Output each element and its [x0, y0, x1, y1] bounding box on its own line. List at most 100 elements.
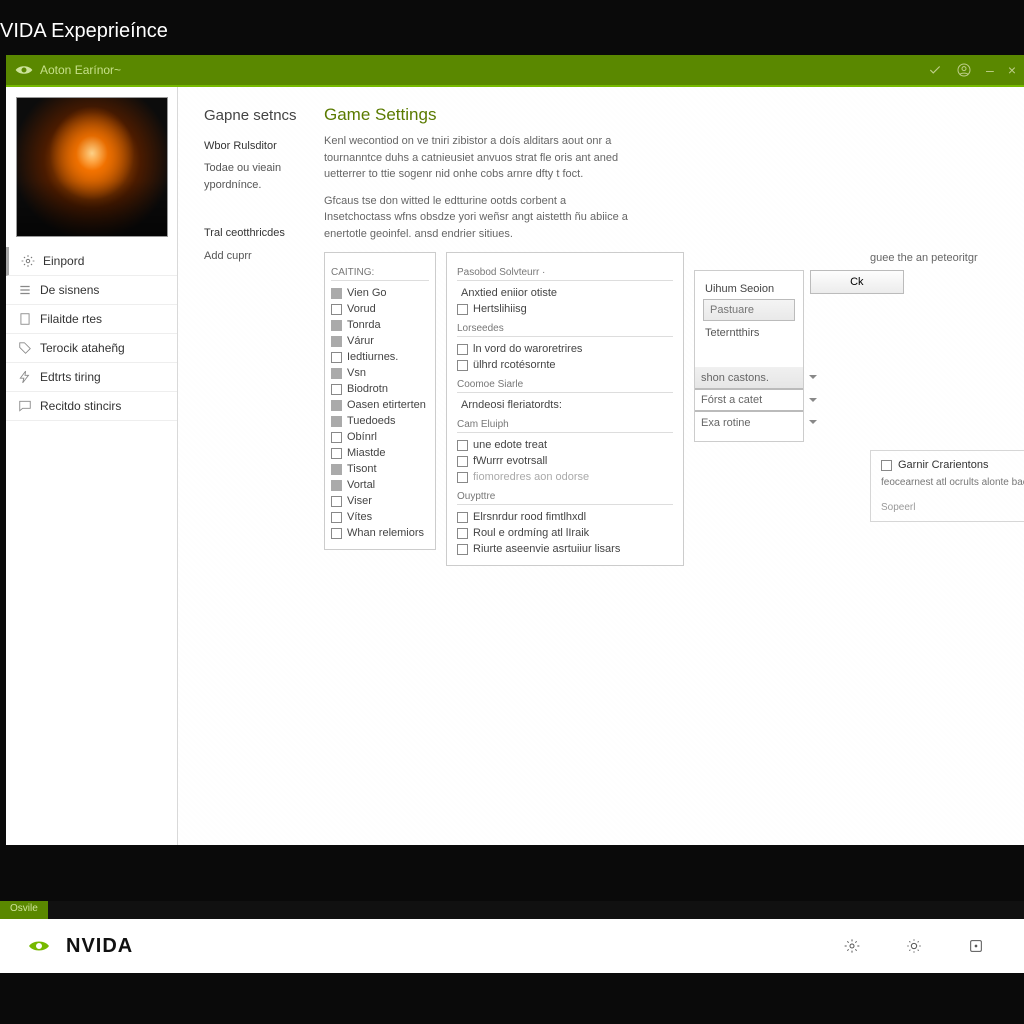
list-item[interactable]: Vítes: [331, 509, 429, 525]
checkbox[interactable]: [331, 384, 342, 395]
checkbox[interactable]: [881, 460, 892, 471]
dropdown-item[interactable]: Exa rotine: [695, 411, 803, 433]
nvidia-eye-icon: [22, 934, 56, 958]
topbar: Aoton Earínor~ – ×: [6, 55, 1024, 85]
field-title: Uihum Seoion: [695, 279, 803, 299]
item-icon: [331, 400, 342, 411]
info-text: Todae ou vieain ypordnínce.: [204, 160, 324, 193]
sidebar-item-4[interactable]: Recitdo stincirs: [6, 392, 177, 421]
check-icon[interactable]: [928, 63, 942, 77]
checkbox[interactable]: [331, 496, 342, 507]
note-panel: Garnir Crarientons feocearnest atl ocrul…: [870, 450, 1024, 522]
option-label: une edote treat: [473, 439, 547, 451]
item-icon: [331, 480, 342, 491]
list-item[interactable]: Vorud: [331, 301, 429, 317]
list-item[interactable]: Vortal: [331, 477, 429, 493]
list-label: Teterntthirs: [695, 327, 803, 343]
game-thumbnail[interactable]: [16, 97, 168, 237]
bolt-icon: [18, 370, 32, 384]
box-icon[interactable]: [968, 938, 984, 954]
checkbox[interactable]: [331, 512, 342, 523]
category-panel: CAITING: Vien Go Vorud Tonrda Várur Iedt…: [324, 252, 436, 550]
option-label: Riurte aseenvie asrtuiiur lisars: [473, 543, 620, 555]
option-row[interactable]: une edote treat: [457, 437, 673, 453]
sidebar-item-1[interactable]: Filaitde rtes: [6, 305, 177, 334]
options-panel: Pasobod Solvteurr · Anxtied eniior otist…: [446, 252, 684, 566]
bottom-strip: Osvile: [0, 901, 1024, 919]
list-item[interactable]: Miastde: [331, 445, 429, 461]
dropdown-item[interactable]: shon castons.: [695, 367, 803, 389]
section-input[interactable]: [703, 299, 795, 321]
option-row: Anxtied eniior otiste: [457, 285, 673, 301]
sidebar-item-2[interactable]: Terocik ataheñg: [6, 334, 177, 363]
option-row[interactable]: ln vord do waroretrires: [457, 341, 673, 357]
ok-button[interactable]: Ck: [810, 270, 904, 294]
checkbox[interactable]: [457, 472, 468, 483]
list-item[interactable]: Vien Go: [331, 285, 429, 301]
footer-tag[interactable]: Osvile: [0, 901, 48, 919]
item-icon: [331, 288, 342, 299]
checkbox[interactable]: [457, 440, 468, 451]
settings-icon[interactable]: [844, 938, 860, 954]
option-row[interactable]: Riurte aseenvie asrtuiiur lisars: [457, 541, 673, 557]
list-item[interactable]: Biodrotn: [331, 381, 429, 397]
app-title: VIDA Expeprieínce: [0, 0, 1024, 55]
main-window: Aoton Earínor~ – × Einpord De sisnens Fi…: [6, 55, 1024, 845]
sun-icon[interactable]: [906, 938, 922, 954]
option-label: Anxtied eniior otiste: [461, 287, 557, 299]
dropdown-item[interactable]: Fórst a catet: [695, 389, 803, 411]
sidebar-item-label: Filaitde rtes: [40, 312, 102, 326]
minimize-button[interactable]: –: [986, 62, 994, 78]
sidebar-item-emport[interactable]: Einpord: [6, 247, 177, 276]
close-button[interactable]: ×: [1008, 62, 1016, 78]
note-text: feocearnest atl ocrults alonte bacinvart…: [881, 477, 1024, 488]
checkbox[interactable]: [457, 344, 468, 355]
option-row[interactable]: Roul e ordmíng atl lIraik: [457, 525, 673, 541]
checkbox[interactable]: [331, 352, 342, 363]
sidebar-item-label: Edtrts tiring: [40, 370, 101, 384]
item-icon: [331, 320, 342, 331]
main-content: Gapne setncs Wbor Rulsditor Todae ou vie…: [178, 87, 1024, 845]
checkbox[interactable]: [331, 528, 342, 539]
option-row[interactable]: Hertslihiisg: [457, 301, 673, 317]
checkbox[interactable]: [457, 512, 468, 523]
list-item[interactable]: Tonrda: [331, 317, 429, 333]
list-item[interactable]: Iedtiurnes.: [331, 349, 429, 365]
item-icon: [331, 416, 342, 427]
info-label: Wbor Rulsditor: [204, 138, 324, 155]
list-item[interactable]: Tuedoeds: [331, 413, 429, 429]
left-info-column: Gapne setncs Wbor Rulsditor Todae ou vie…: [204, 105, 324, 566]
list-item[interactable]: Whan relemiors: [331, 525, 429, 541]
checkbox[interactable]: [457, 544, 468, 555]
list-item[interactable]: Obínrl: [331, 429, 429, 445]
item-label: Tisont: [347, 463, 377, 475]
list-item[interactable]: Oasen etirterten: [331, 397, 429, 413]
user-icon[interactable]: [956, 62, 972, 78]
item-icon: [331, 464, 342, 475]
checkbox[interactable]: [331, 432, 342, 443]
checkbox[interactable]: [331, 448, 342, 459]
checkbox[interactable]: [457, 304, 468, 315]
description-text: Kenl wecontiod on ve tniri zibistor a do…: [324, 133, 634, 183]
checkbox[interactable]: [331, 304, 342, 315]
option-row[interactable]: ülhrd rcotésornte: [457, 357, 673, 373]
list-item[interactable]: Viser: [331, 493, 429, 509]
description-text: Gfcaus tse don witted le edtturine ootds…: [324, 193, 634, 243]
tag-icon: [18, 341, 32, 355]
list-item[interactable]: Vsn: [331, 365, 429, 381]
item-label: Vítes: [347, 511, 372, 523]
option-row[interactable]: Elrsnrdur rood fimtlhxdl: [457, 509, 673, 525]
info-link[interactable]: Add cuprr: [204, 248, 324, 265]
sidebar-item-3[interactable]: Edtrts tiring: [6, 363, 177, 392]
selection-panel: Uihum Seoion Teterntthirs shon castons. …: [694, 270, 804, 442]
checkbox[interactable]: [457, 360, 468, 371]
topbar-title: Aoton Earínor~: [40, 63, 928, 77]
list-item[interactable]: Tisont: [331, 461, 429, 477]
note-title: Garnir Crarientons: [898, 459, 988, 471]
sidebar-item-0[interactable]: De sisnens: [6, 276, 177, 305]
list-item[interactable]: Várur: [331, 333, 429, 349]
option-row[interactable]: fWurrr evotrsall: [457, 453, 673, 469]
option-row[interactable]: fiomoredres aon odorse: [457, 469, 673, 485]
checkbox[interactable]: [457, 456, 468, 467]
checkbox[interactable]: [457, 528, 468, 539]
